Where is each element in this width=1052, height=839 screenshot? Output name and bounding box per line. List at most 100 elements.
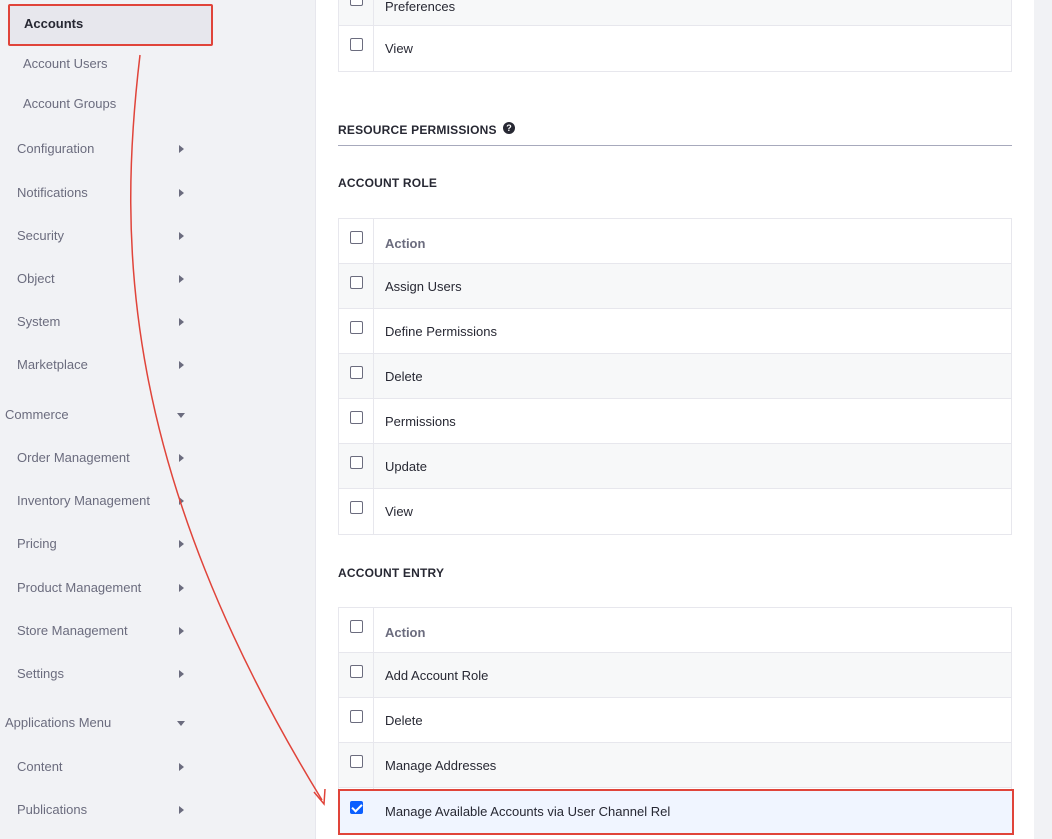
row-checkbox[interactable]: [350, 501, 363, 514]
divider: [338, 145, 1012, 146]
sidebar-item-product-management[interactable]: Product Management: [0, 578, 300, 598]
chevron-right-icon[interactable]: [179, 584, 184, 592]
account-role-heading: ACCOUNT ROLE: [338, 176, 438, 190]
row-label: Add Account Role: [385, 668, 489, 683]
sidebar-item-notifications[interactable]: Notifications: [0, 183, 300, 203]
sidebar-item-marketplace[interactable]: Marketplace: [0, 355, 300, 375]
row-checkbox-checked[interactable]: [350, 801, 363, 814]
row-checkbox[interactable]: [350, 0, 363, 6]
row-label: Delete: [385, 369, 423, 384]
sidebar-item-label: System: [17, 314, 61, 329]
sidebar-item-label: Accounts: [24, 16, 84, 31]
sidebar-item-label: Content: [17, 759, 63, 774]
sidebar-item-label: Inventory Management: [17, 493, 150, 508]
row-label: Delete: [385, 713, 423, 728]
help-icon[interactable]: ?: [503, 122, 515, 134]
sidebar-item-inventory-management[interactable]: Inventory Management: [0, 491, 300, 511]
table-row: Update: [339, 444, 1011, 489]
table-row: View: [339, 26, 1011, 71]
row-label: Manage Addresses: [385, 758, 497, 773]
sidebar-item-label: Store Management: [17, 623, 128, 638]
chevron-right-icon[interactable]: [179, 670, 184, 678]
chevron-right-icon[interactable]: [179, 763, 184, 771]
table-row: Define Permissions: [339, 309, 1011, 354]
sidebar-item-system[interactable]: System: [0, 312, 300, 332]
row-label: Permissions: [385, 414, 456, 429]
sidebar-item-configuration[interactable]: Configuration: [0, 139, 300, 159]
table-header-row: Action: [339, 219, 1011, 264]
sidebar-item-order-management[interactable]: Order Management: [0, 448, 300, 468]
chevron-down-icon[interactable]: [177, 413, 185, 418]
row-checkbox[interactable]: [350, 665, 363, 678]
sidebar-item-label: Object: [17, 271, 55, 286]
row-label: Manage Available Accounts via User Chann…: [385, 804, 671, 819]
sidebar-item-applications-menu[interactable]: Applications Menu: [0, 713, 300, 733]
row-label: Assign Users: [385, 279, 462, 294]
chevron-right-icon[interactable]: [179, 361, 184, 369]
sidebar-item-object[interactable]: Object: [0, 269, 300, 289]
sidebar-item-commerce[interactable]: Commerce: [0, 405, 300, 425]
row-checkbox[interactable]: [350, 411, 363, 424]
sidebar-item-label: Applications Menu: [5, 715, 112, 730]
table-row: Manage Addresses: [339, 743, 1011, 788]
scroll-gutter: [1034, 0, 1052, 839]
sidebar-item-account-groups[interactable]: Account Groups: [0, 94, 300, 114]
sidebar-item-account-users[interactable]: Account Users: [0, 54, 300, 74]
sidebar-item-label: Publications: [17, 802, 88, 817]
table-row: Permissions: [339, 399, 1011, 444]
sidebar-item-label: Configuration: [17, 141, 95, 156]
column-header: Action: [385, 625, 426, 640]
table-row: Delete: [339, 698, 1011, 743]
table-row: View: [339, 489, 1011, 534]
row-label: Preferences: [385, 0, 456, 14]
row-label: Update: [385, 459, 427, 474]
row-checkbox[interactable]: [350, 276, 363, 289]
row-checkbox[interactable]: [350, 456, 363, 469]
row-label: Define Permissions: [385, 324, 497, 339]
table-row: Preferences: [339, 0, 1011, 26]
chevron-down-icon[interactable]: [177, 721, 185, 726]
account-entry-heading: ACCOUNT ENTRY: [338, 566, 445, 580]
table-row: Delete: [339, 354, 1011, 399]
table-row: Add Account Role: [339, 653, 1011, 698]
sidebar-item-publications[interactable]: Publications: [0, 800, 300, 820]
chevron-right-icon[interactable]: [179, 145, 184, 153]
chevron-right-icon[interactable]: [179, 627, 184, 635]
sidebar-item-content[interactable]: Content: [0, 757, 300, 777]
top-permissions-table: Preferences View: [338, 0, 1012, 72]
chevron-right-icon[interactable]: [179, 454, 184, 462]
sidebar-item-store-management[interactable]: Store Management: [0, 621, 300, 641]
chevron-right-icon[interactable]: [179, 232, 184, 240]
row-checkbox[interactable]: [350, 321, 363, 334]
sidebar-item-label: Order Management: [17, 450, 130, 465]
sidebar-item-label: Settings: [17, 666, 64, 681]
sidebar-item-settings[interactable]: Settings: [0, 664, 300, 684]
row-checkbox[interactable]: [350, 366, 363, 379]
row-label: View: [385, 504, 413, 519]
row-label: View: [385, 41, 413, 56]
chevron-right-icon[interactable]: [179, 540, 184, 548]
select-all-checkbox[interactable]: [350, 231, 363, 244]
column-header: Action: [385, 236, 426, 251]
sidebar-item-label: Account Groups: [23, 96, 117, 111]
chevron-right-icon[interactable]: [179, 318, 184, 326]
row-checkbox[interactable]: [350, 755, 363, 768]
sidebar-item-label: Marketplace: [17, 357, 88, 372]
chevron-right-icon[interactable]: [179, 189, 184, 197]
sidebar-item-security[interactable]: Security: [0, 226, 300, 246]
sidebar-item-accounts[interactable]: Accounts: [8, 4, 213, 46]
account-role-table: Action Assign Users Define Permissions Dele…: [338, 218, 1012, 535]
sidebar-item-pricing[interactable]: Pricing: [0, 534, 300, 554]
row-checkbox[interactable]: [350, 38, 363, 51]
row-checkbox[interactable]: [350, 710, 363, 723]
sidebar: Accounts Account Users Account Groups Conf…: [0, 0, 316, 839]
sidebar-item-label: Pricing: [17, 536, 57, 551]
table-header-row: Action: [339, 608, 1011, 653]
sidebar-item-label: Account Users: [23, 56, 108, 71]
resource-permissions-heading: RESOURCE PERMISSIONS: [338, 123, 497, 137]
chevron-right-icon[interactable]: [179, 275, 184, 283]
chevron-right-icon[interactable]: [179, 806, 184, 814]
sidebar-item-label: Commerce: [5, 407, 69, 422]
chevron-right-icon[interactable]: [179, 497, 184, 505]
select-all-checkbox[interactable]: [350, 620, 363, 633]
